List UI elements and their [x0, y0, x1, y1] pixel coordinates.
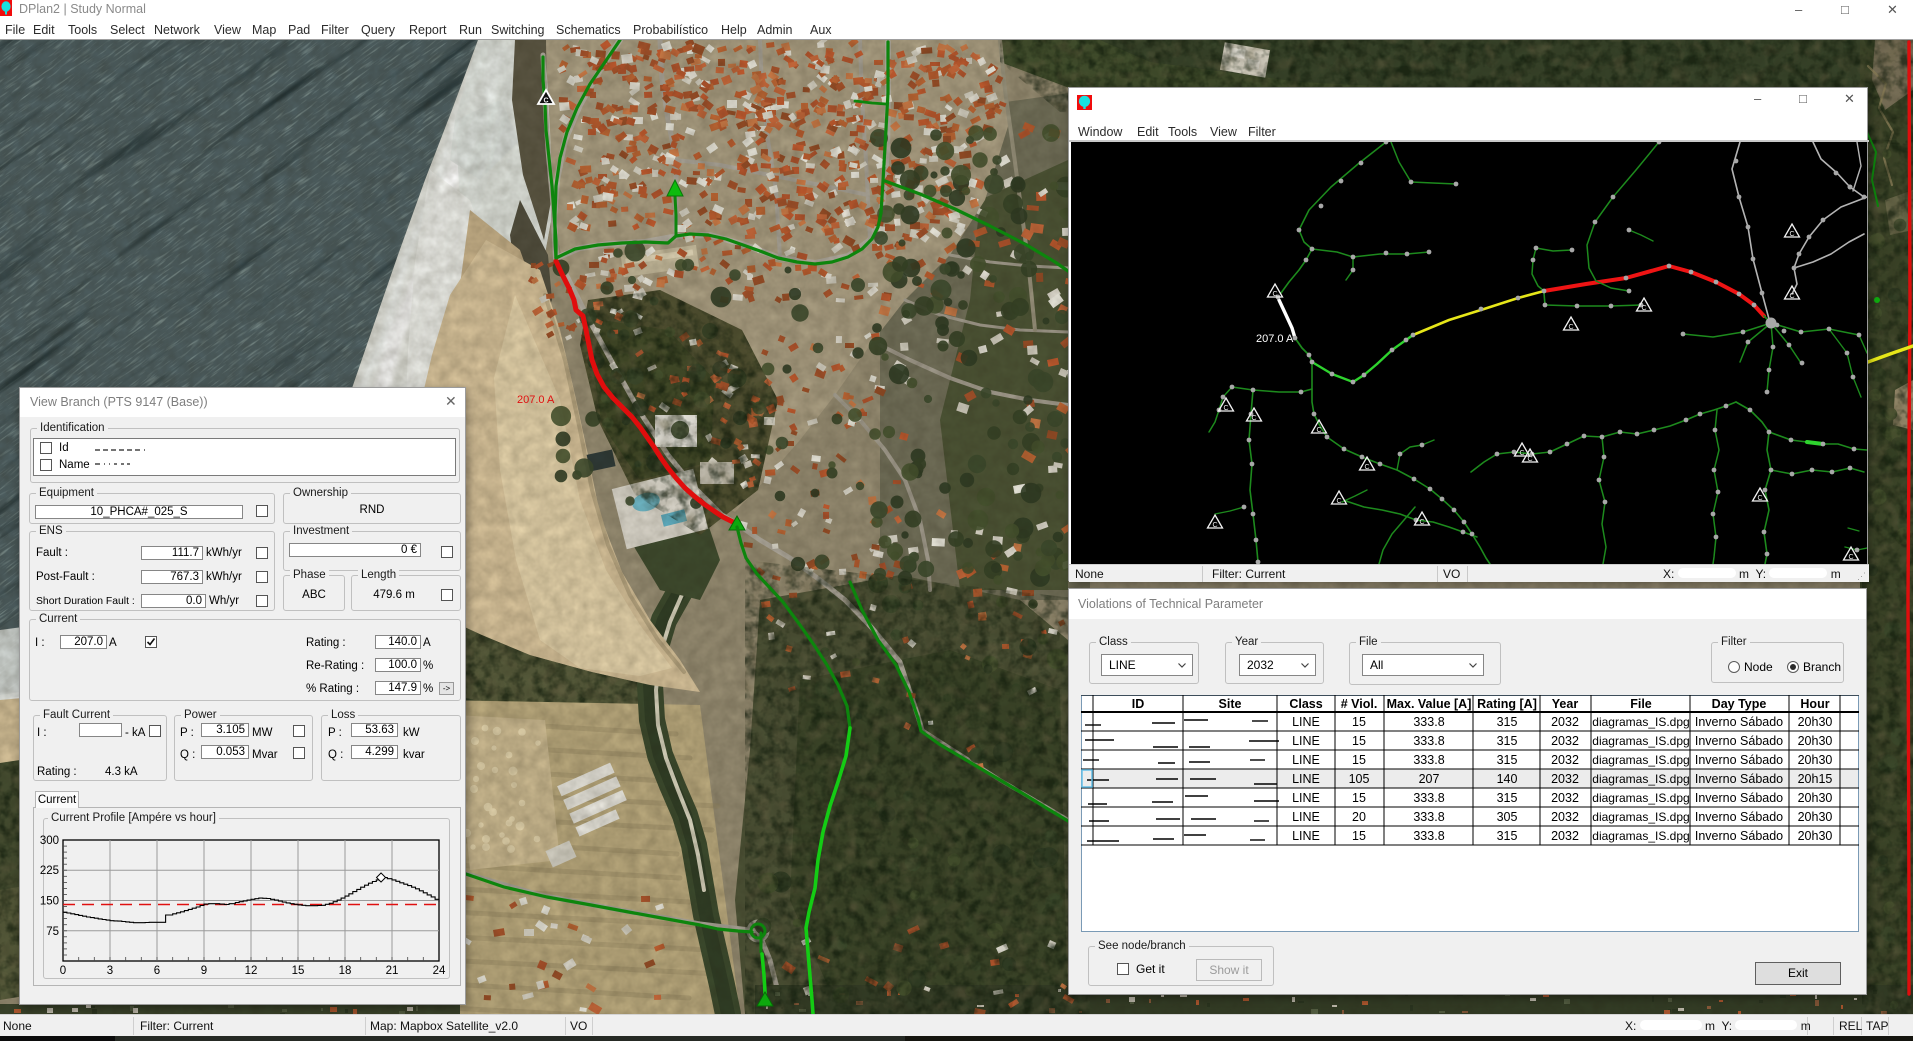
svg-text:C: C	[1223, 405, 1228, 412]
svg-text:diagramas_IS.dpg: diagramas_IS.dpg	[1592, 715, 1689, 729]
svg-text:# Viol.: # Viol.	[1341, 697, 1378, 711]
svg-text:20: 20	[1352, 810, 1366, 824]
svg-text:Hour: Hour	[1800, 697, 1829, 711]
svg-text:9: 9	[201, 965, 207, 977]
svg-text:333.8: 333.8	[1413, 829, 1444, 843]
svg-text:333.8: 333.8	[1413, 753, 1444, 767]
svg-text:18: 18	[339, 965, 352, 977]
svg-text:C: C	[1251, 415, 1256, 422]
svg-text:diagramas_IS.dpg: diagramas_IS.dpg	[1592, 810, 1689, 824]
svg-text:C: C	[1364, 464, 1369, 471]
svg-text:C: C	[1272, 291, 1277, 298]
svg-text:2032: 2032	[1551, 810, 1579, 824]
svg-text:diagramas_IS.dpg: diagramas_IS.dpg	[1592, 829, 1689, 843]
svg-text:Rating [A]: Rating [A]	[1477, 697, 1537, 711]
svg-text:20h15: 20h15	[1798, 772, 1833, 786]
svg-text:12: 12	[245, 965, 258, 977]
svg-text:333.8: 333.8	[1413, 810, 1444, 824]
svg-text:2032: 2032	[1551, 791, 1579, 805]
svg-text:0: 0	[60, 965, 66, 977]
svg-text:C: C	[1789, 293, 1794, 300]
svg-text:300: 300	[40, 835, 59, 847]
svg-text:15: 15	[1352, 829, 1366, 843]
svg-text:315: 315	[1497, 715, 1518, 729]
svg-text:Site: Site	[1219, 697, 1242, 711]
svg-text:Max. Value [A]: Max. Value [A]	[1387, 697, 1472, 711]
svg-text:315: 315	[1497, 791, 1518, 805]
svg-text:333.8: 333.8	[1413, 715, 1444, 729]
svg-text:C: C	[1527, 456, 1532, 463]
svg-text:C: C	[1419, 519, 1424, 526]
svg-text:105: 105	[1349, 772, 1370, 786]
svg-text:24: 24	[433, 965, 446, 977]
svg-text:225: 225	[40, 865, 59, 877]
svg-text:21: 21	[386, 965, 399, 977]
svg-text:333.8: 333.8	[1413, 734, 1444, 748]
svg-text:2032: 2032	[1551, 753, 1579, 767]
svg-text:Inverno Sábado: Inverno Sábado	[1695, 715, 1783, 729]
svg-text:15: 15	[1352, 791, 1366, 805]
svg-text:LINE: LINE	[1292, 715, 1320, 729]
svg-text:15: 15	[1352, 734, 1366, 748]
svg-text:15: 15	[1352, 715, 1366, 729]
svg-text:15: 15	[1352, 753, 1366, 767]
svg-text:Inverno Sábado: Inverno Sábado	[1695, 829, 1783, 843]
svg-text:20h30: 20h30	[1798, 810, 1833, 824]
svg-text:2032: 2032	[1551, 715, 1579, 729]
svg-text:2032: 2032	[1551, 829, 1579, 843]
svg-text:15: 15	[292, 965, 305, 977]
svg-text:305: 305	[1497, 810, 1518, 824]
svg-text:C: C	[1212, 522, 1217, 529]
svg-text:207.0 A: 207.0 A	[1256, 333, 1294, 345]
svg-text:C: C	[1336, 498, 1341, 505]
svg-text:ID: ID	[1132, 697, 1145, 711]
svg-text:Day Type: Day Type	[1712, 697, 1767, 711]
svg-text:Inverno Sábado: Inverno Sábado	[1695, 734, 1783, 748]
svg-text:C: C	[1848, 554, 1853, 561]
svg-text:C: C	[1757, 495, 1762, 502]
svg-text:315: 315	[1497, 734, 1518, 748]
svg-text:diagramas_IS.dpg: diagramas_IS.dpg	[1592, 772, 1689, 786]
svg-text:6: 6	[154, 965, 160, 977]
svg-text:150: 150	[40, 896, 59, 908]
svg-text:315: 315	[1497, 829, 1518, 843]
svg-text:C: C	[543, 98, 548, 105]
svg-text:diagramas_IS.dpg: diagramas_IS.dpg	[1592, 791, 1689, 805]
svg-text:C: C	[1568, 324, 1573, 331]
svg-text:LINE: LINE	[1292, 734, 1320, 748]
svg-text:File: File	[1630, 697, 1652, 711]
svg-text:C: C	[1316, 427, 1321, 434]
svg-text:Class: Class	[1289, 697, 1322, 711]
svg-text:2032: 2032	[1551, 772, 1579, 786]
svg-text:3: 3	[107, 965, 113, 977]
svg-text:C: C	[1519, 450, 1524, 457]
svg-text:20h30: 20h30	[1798, 734, 1833, 748]
svg-text:333.8: 333.8	[1413, 791, 1444, 805]
svg-text:20h30: 20h30	[1798, 829, 1833, 843]
svg-text:diagramas_IS.dpg: diagramas_IS.dpg	[1592, 734, 1689, 748]
svg-text:Inverno Sábado: Inverno Sábado	[1695, 810, 1783, 824]
svg-text:LINE: LINE	[1292, 772, 1320, 786]
svg-text:Inverno Sábado: Inverno Sábado	[1695, 753, 1783, 767]
svg-text:LINE: LINE	[1292, 829, 1320, 843]
svg-text:20h30: 20h30	[1798, 753, 1833, 767]
svg-text:207: 207	[1419, 772, 1440, 786]
svg-text:20h30: 20h30	[1798, 791, 1833, 805]
svg-text:LINE: LINE	[1292, 753, 1320, 767]
svg-text:Inverno Sábado: Inverno Sábado	[1695, 791, 1783, 805]
svg-text:75: 75	[46, 926, 59, 938]
svg-text:315: 315	[1497, 753, 1518, 767]
svg-text:C: C	[1789, 231, 1794, 238]
svg-text:20h30: 20h30	[1798, 715, 1833, 729]
svg-text:LINE: LINE	[1292, 791, 1320, 805]
svg-text:2032: 2032	[1551, 734, 1579, 748]
svg-text:LINE: LINE	[1292, 810, 1320, 824]
svg-text:140: 140	[1497, 772, 1518, 786]
svg-text:C: C	[1641, 305, 1646, 312]
svg-text:Inverno Sábado: Inverno Sábado	[1695, 772, 1783, 786]
svg-text:207.0 A: 207.0 A	[517, 394, 555, 406]
svg-text:diagramas_IS.dpg: diagramas_IS.dpg	[1592, 753, 1689, 767]
svg-text:Year: Year	[1552, 697, 1579, 711]
